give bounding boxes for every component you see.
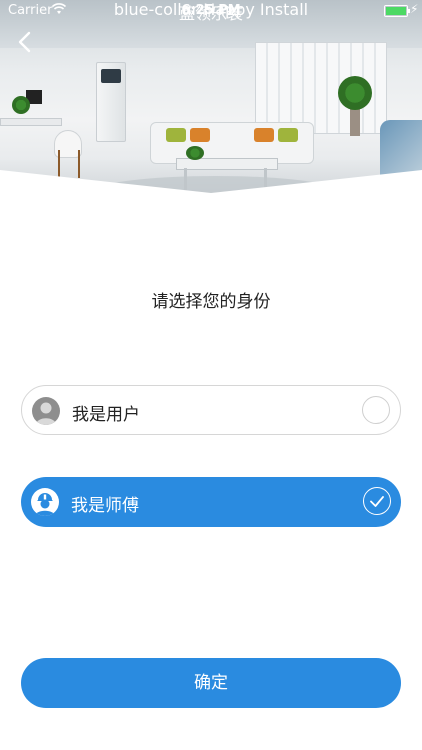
radio-checked-icon[interactable] <box>363 487 391 515</box>
battery-icon <box>384 5 410 17</box>
charging-icon: ⚡ <box>410 2 419 16</box>
user-role-label: 我是用户 <box>72 405 140 425</box>
page-title: 请选择您的身份 <box>151 292 271 312</box>
back-button[interactable] <box>14 30 36 54</box>
user-avatar-icon <box>32 397 60 425</box>
worker-role-option[interactable]: 我是师傅 <box>21 477 401 527</box>
radio-unchecked-icon[interactable] <box>362 396 390 424</box>
confirm-button[interactable]: 确定 <box>21 658 401 708</box>
status-bar: Carrier 6:25 PM ⚡ <box>0 0 422 22</box>
user-role-option[interactable]: 我是用户 <box>21 385 401 435</box>
status-time: 6:25 PM <box>181 3 241 18</box>
worker-role-label: 我是师傅 <box>71 496 139 516</box>
worker-avatar-icon <box>31 488 59 516</box>
header-banner-image <box>0 0 422 200</box>
